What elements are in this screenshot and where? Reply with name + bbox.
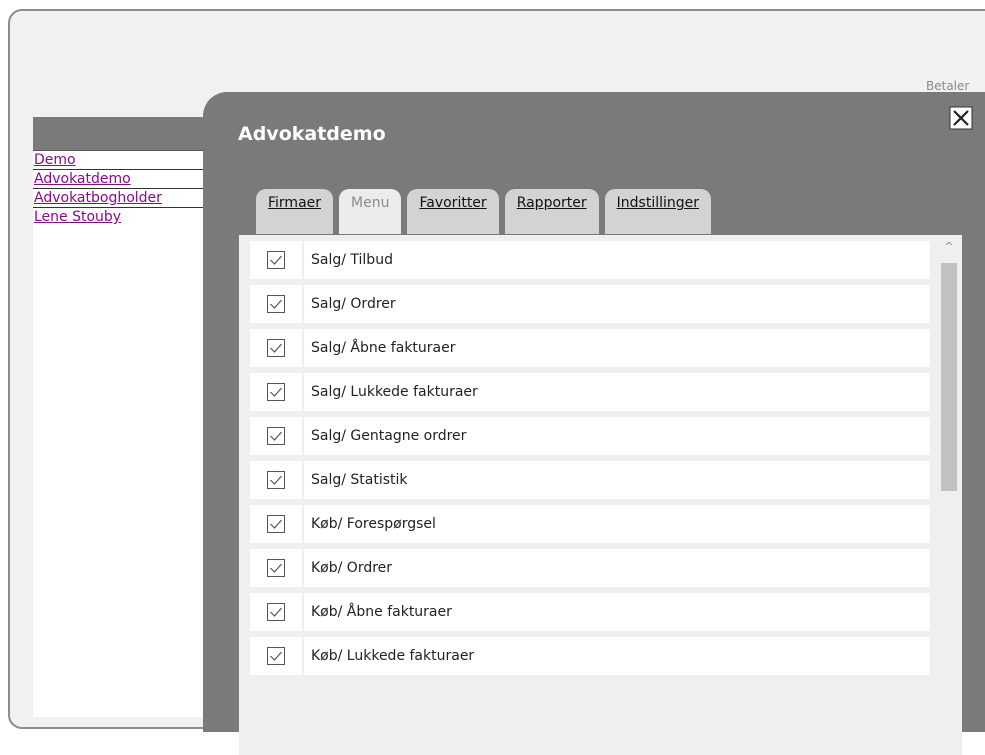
menu-option-row: Køb/ Forespørgsel — [250, 505, 930, 543]
menu-option-label: Køb/ Ordrer — [304, 549, 930, 587]
menu-option-row: Køb/ Åbne fakturaer — [250, 593, 930, 631]
tab-favoritter[interactable]: Favoritter — [407, 189, 499, 234]
sidebar: Demo Advokatdemo Advokatbogholder Lene S… — [33, 117, 203, 717]
menu-option-label: Salg/ Tilbud — [304, 241, 930, 279]
menu-option-row: Køb/ Lukkede fakturaer — [250, 637, 930, 675]
tab-menu[interactable]: Menu — [339, 189, 402, 234]
menu-option-row: Salg/ Statistik — [250, 461, 930, 499]
menu-option-row: Salg/ Gentagne ordrer — [250, 417, 930, 455]
menu-option-checkbox[interactable] — [250, 461, 302, 499]
menu-option-checkbox[interactable] — [250, 285, 302, 323]
menu-option-label: Køb/ Åbne fakturaer — [304, 593, 930, 631]
menu-option-row: Salg/ Tilbud — [250, 241, 930, 279]
menu-option-label: Salg/ Statistik — [304, 461, 930, 499]
tab-firmaer[interactable]: Firmaer — [256, 189, 334, 234]
sidebar-item-advokatdemo[interactable]: Advokatdemo — [33, 170, 203, 189]
menu-option-label: Salg/ Åbne fakturaer — [304, 329, 930, 367]
scroll-thumb[interactable] — [941, 263, 957, 491]
menu-option-checkbox[interactable] — [250, 505, 302, 543]
sidebar-item-demo[interactable]: Demo — [33, 151, 203, 170]
menu-option-row: Salg/ Ordrer — [250, 285, 930, 323]
tab-rapporter[interactable]: Rapporter — [504, 189, 599, 234]
menu-option-row: Salg/ Åbne fakturaer — [250, 329, 930, 367]
modal-title: Advokatdemo — [238, 123, 386, 145]
menu-option-label: Køb/ Forespørgsel — [304, 505, 930, 543]
menu-option-checkbox[interactable] — [250, 329, 302, 367]
close-icon[interactable] — [949, 106, 973, 130]
menu-option-label: Salg/ Gentagne ordrer — [304, 417, 930, 455]
menu-option-row: Køb/ Ordrer — [250, 549, 930, 587]
menu-option-checkbox[interactable] — [250, 417, 302, 455]
menu-option-checkbox[interactable] — [250, 549, 302, 587]
menu-option-checkbox[interactable] — [250, 373, 302, 411]
vertical-scrollbar[interactable]: ^ — [938, 235, 960, 755]
menu-option-label: Salg/ Ordrer — [304, 285, 930, 323]
tab-bar: Firmaer Menu Favoritter Rapporter Indsti… — [256, 189, 717, 234]
sidebar-header — [33, 117, 203, 150]
menu-option-row: Salg/ Lukkede fakturaer — [250, 373, 930, 411]
sidebar-list: Demo Advokatdemo Advokatbogholder Lene S… — [33, 150, 203, 227]
company-settings-modal: Advokatdemo Firmaer Menu Favoritter Rapp… — [203, 92, 985, 755]
scroll-up-arrow-icon[interactable]: ^ — [938, 238, 960, 256]
menu-option-label: Køb/ Lukkede fakturaer — [304, 637, 930, 675]
sidebar-item-advokatbogholder[interactable]: Advokatbogholder — [33, 189, 203, 208]
menu-options-list: ^ Salg/ Tilbud Salg/ Ordrer Salg/ Åbne fak… — [239, 235, 962, 755]
menu-option-checkbox[interactable] — [250, 637, 302, 675]
menu-option-checkbox[interactable] — [250, 593, 302, 631]
top-right-label: Betaler — [926, 79, 970, 93]
sidebar-item-lene-stouby[interactable]: Lene Stouby — [33, 208, 203, 227]
tab-indstillinger[interactable]: Indstillinger — [604, 189, 711, 234]
menu-option-checkbox[interactable] — [250, 241, 302, 279]
menu-option-label: Salg/ Lukkede fakturaer — [304, 373, 930, 411]
